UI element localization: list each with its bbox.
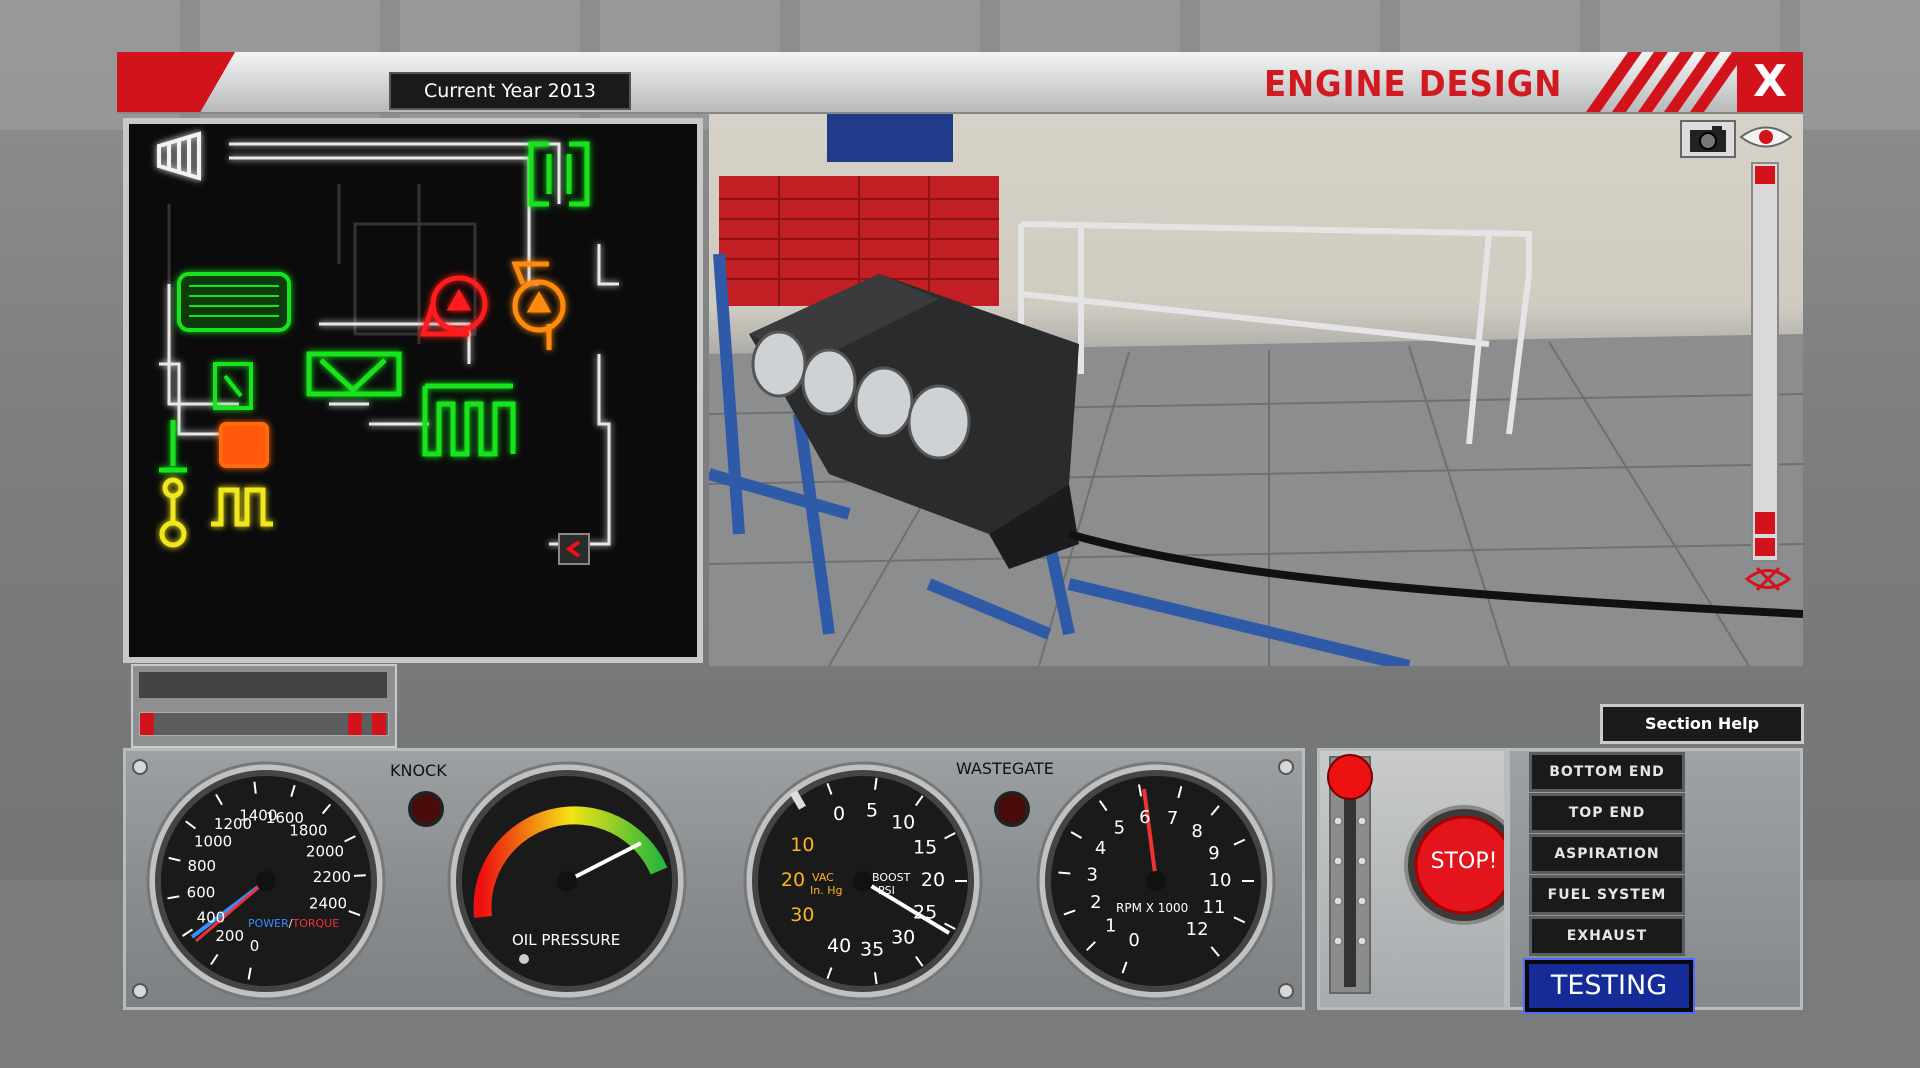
- collapse-schematic-button[interactable]: [558, 533, 590, 565]
- air-filter-icon[interactable]: [157, 131, 201, 181]
- rpm-tick-label: 11: [1203, 897, 1226, 918]
- wastegate-label: WASTEGATE: [956, 759, 1054, 778]
- rpm-tick-label: 8: [1191, 821, 1202, 842]
- power-torque-tick-label: 0: [250, 937, 260, 955]
- rpm-tick-label: 2: [1090, 892, 1101, 913]
- info-scrollbar[interactable]: [139, 712, 389, 736]
- zoom-handle[interactable]: [1755, 512, 1775, 534]
- power-torque-tick-label: 1800: [289, 821, 327, 839]
- info-panel: [131, 664, 397, 748]
- power-torque-tick: [353, 874, 366, 877]
- power-torque-tick-label: 2200: [313, 868, 351, 886]
- power-label: POWER: [248, 917, 289, 930]
- boost-tick-label: 30: [891, 926, 915, 948]
- zoom-down-button[interactable]: [1755, 538, 1775, 556]
- title-red-accent: [117, 52, 297, 112]
- boost-tick-label: 5: [866, 800, 878, 822]
- stop-panel: STOP!: [1317, 748, 1507, 1010]
- scroll-handle[interactable]: [348, 713, 362, 735]
- rpm-tick-label: 12: [1186, 919, 1209, 940]
- turbo-turbine-icon[interactable]: [511, 261, 566, 350]
- intercooler-icon[interactable]: [177, 272, 291, 332]
- section-help-button[interactable]: Section Help: [1600, 704, 1804, 744]
- boost-tick-label: 15: [913, 837, 937, 859]
- current-year-display: Current Year 2013: [389, 72, 631, 110]
- rpm-tick-label: 0: [1128, 930, 1139, 951]
- power-torque-tick-label: 2400: [309, 895, 347, 913]
- rpm-tick: [1058, 871, 1071, 875]
- engine-3d-viewport[interactable]: [709, 114, 1803, 666]
- boost-tick-label: 10: [891, 812, 915, 834]
- rpm-label: RPM X 1000: [1116, 901, 1189, 915]
- scroll-left-button[interactable]: [140, 713, 154, 735]
- boost-label: BOOST: [872, 871, 911, 884]
- knock-label: KNOCK: [390, 761, 447, 780]
- page-title: ENGINE DESIGN: [1264, 64, 1563, 105]
- rpm-tick-label: 7: [1167, 808, 1178, 829]
- crankshaft-icon[interactable]: [211, 487, 273, 527]
- intake-manifold-icon[interactable]: [306, 351, 402, 397]
- gauge-dashboard: 0 200 400 600 800 1000 1200 1400 1600 1800 2000 220…: [123, 748, 1305, 1010]
- psi-label: PSI: [878, 884, 895, 897]
- boost-tick-label: 35: [860, 938, 884, 960]
- rpm-tick-label: 1: [1105, 915, 1116, 936]
- stop-button-label[interactable]: STOP!: [1418, 849, 1510, 874]
- boost-tick-label: 20: [921, 869, 945, 891]
- valve-icon[interactable]: [159, 420, 187, 473]
- boost-tick-label: 40: [827, 935, 851, 957]
- rpm-tick-label: 10: [1209, 870, 1232, 891]
- oil-pressure-label: OIL PRESSURE: [512, 931, 621, 949]
- section-button-top-end[interactable]: TOP END: [1529, 793, 1685, 833]
- lever-knob: [1327, 754, 1373, 800]
- testing-button[interactable]: TESTING: [1523, 958, 1695, 1014]
- wall-poster: [827, 114, 953, 162]
- piston-icon[interactable]: [219, 422, 269, 468]
- section-button-exhaust[interactable]: EXHAUST: [1529, 916, 1685, 956]
- vac-label: VAC: [812, 871, 834, 884]
- power-torque-tick-label: 200: [215, 927, 244, 945]
- info-display: [139, 672, 387, 698]
- scroll-right-button[interactable]: [372, 713, 386, 735]
- boost-tick-label: 0: [833, 803, 845, 825]
- vac-tick-label: 30: [790, 904, 814, 926]
- knock-light: [408, 791, 444, 827]
- power-torque-label: POWER/TORQUE: [248, 917, 340, 930]
- vac-tick-label: 20: [781, 869, 805, 891]
- torque-label: TORQUE: [292, 917, 340, 930]
- zoom-slider[interactable]: [1751, 162, 1779, 562]
- section-button-fuel-system[interactable]: FUEL SYSTEM: [1529, 875, 1685, 915]
- zoom-up-button[interactable]: [1755, 166, 1775, 184]
- rpm-gauge: [1036, 761, 1276, 1001]
- vac-tick-label: 10: [790, 834, 814, 856]
- wastegate-light: [994, 791, 1030, 827]
- power-torque-tick: [253, 781, 257, 794]
- screenshot-button[interactable]: [1680, 120, 1736, 158]
- rpm-tick-label: 9: [1208, 843, 1219, 864]
- power-torque-tick-label: 1000: [194, 833, 232, 851]
- title-bar: Current Year 2013 ENGINE DESIGN X: [117, 52, 1803, 114]
- engine-schematic-panel: [123, 118, 703, 663]
- reset-view-icon[interactable]: [1743, 562, 1793, 596]
- power-torque-tick-label: 600: [187, 884, 216, 902]
- power-torque-tick-label: 400: [197, 908, 226, 926]
- exhaust-headers-icon[interactable]: [422, 383, 516, 457]
- rpm-tick-label: 3: [1086, 864, 1097, 885]
- oil-pressure-gauge: [447, 761, 687, 1001]
- engine-design-window: Current Year 2013 ENGINE DESIGN X Sectio…: [117, 52, 1804, 1016]
- section-button-aspiration[interactable]: ASPIRATION: [1529, 834, 1685, 874]
- section-button-bottom-end[interactable]: BOTTOM END: [1529, 752, 1685, 792]
- eye-icon: [1739, 126, 1793, 148]
- rpm-tick-label: 5: [1114, 818, 1125, 839]
- rpm-tick-label: 6: [1139, 807, 1150, 828]
- inhg-label: In. Hg: [810, 884, 843, 897]
- rpm-tick-label: 4: [1095, 838, 1106, 859]
- boost-tick-label: 25: [913, 901, 937, 923]
- view-toggle-button[interactable]: [1739, 120, 1793, 154]
- connecting-rod-icon[interactable]: [159, 477, 187, 548]
- throttle-body-icon[interactable]: [213, 362, 253, 410]
- power-torque-tick-label: 800: [187, 857, 216, 875]
- power-torque-tick-label: 2000: [306, 842, 344, 860]
- camera-icon: [1690, 126, 1726, 152]
- close-button[interactable]: X: [1737, 52, 1803, 112]
